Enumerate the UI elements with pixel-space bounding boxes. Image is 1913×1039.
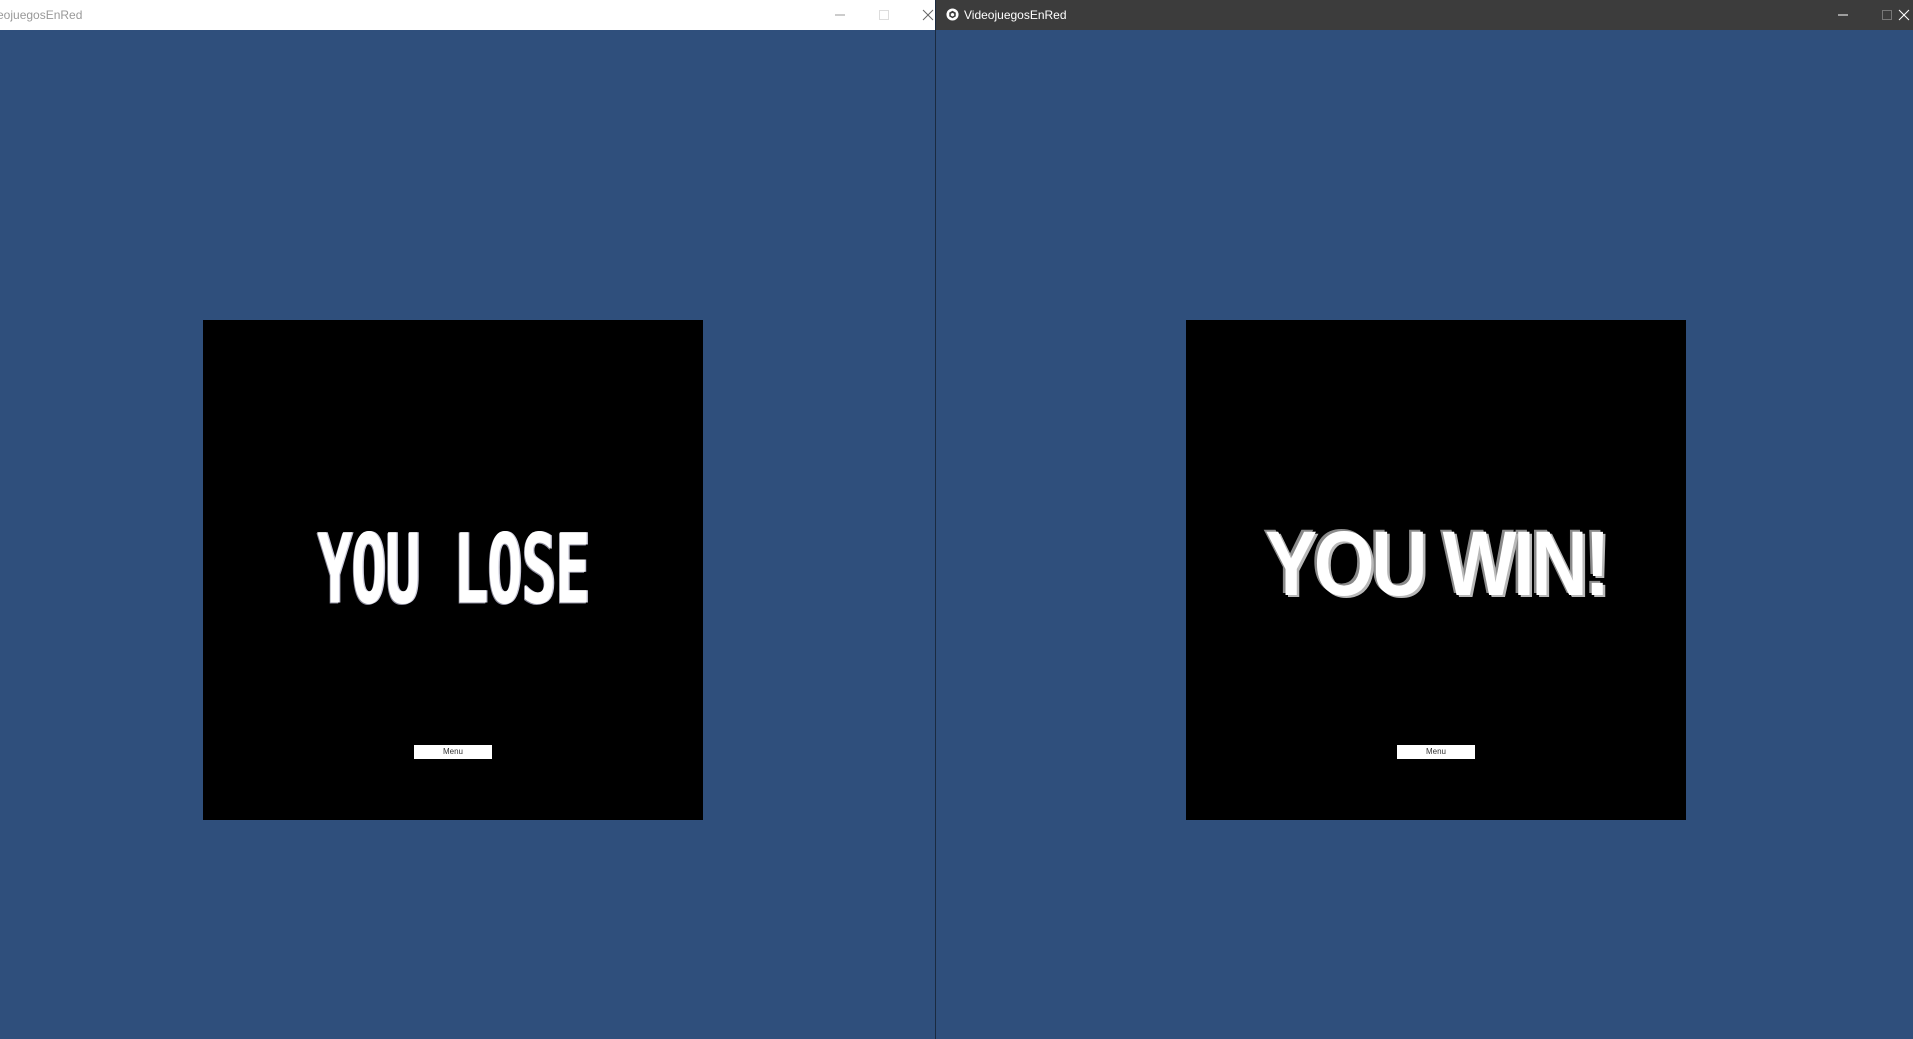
menu-button[interactable]: Menu [414, 745, 492, 759]
menu-button[interactable]: Menu [1397, 745, 1475, 759]
minimize-icon [835, 14, 845, 16]
minimize-button[interactable] [818, 0, 862, 30]
window-title: VideojuegosEnRed [964, 8, 1067, 22]
close-button[interactable] [1895, 0, 1913, 30]
close-icon [1898, 9, 1910, 21]
close-icon [922, 9, 934, 21]
left-game-window: eojuegosEnRed YOU LOSE Menu [0, 0, 935, 1039]
end-screen-panel: YOU WIN! Menu [1186, 320, 1686, 820]
minimize-button[interactable] [1821, 0, 1865, 30]
window-title: eojuegosEnRed [0, 8, 83, 22]
minimize-icon [1838, 14, 1848, 16]
unity-icon [946, 8, 959, 21]
you-lose-title: YOU LOSE [316, 512, 590, 626]
title-bar[interactable]: VideojuegosEnRed [936, 0, 1913, 30]
end-screen-panel: YOU LOSE Menu [203, 320, 703, 820]
maximize-icon [1882, 10, 1892, 20]
you-win-title: YOU WIN! [1264, 513, 1610, 615]
title-bar[interactable]: eojuegosEnRed [0, 0, 935, 30]
right-game-window: VideojuegosEnRed YOU WIN! Menu [936, 0, 1913, 1039]
maximize-button[interactable] [862, 0, 906, 30]
maximize-icon [879, 10, 889, 20]
close-button[interactable] [906, 0, 935, 30]
